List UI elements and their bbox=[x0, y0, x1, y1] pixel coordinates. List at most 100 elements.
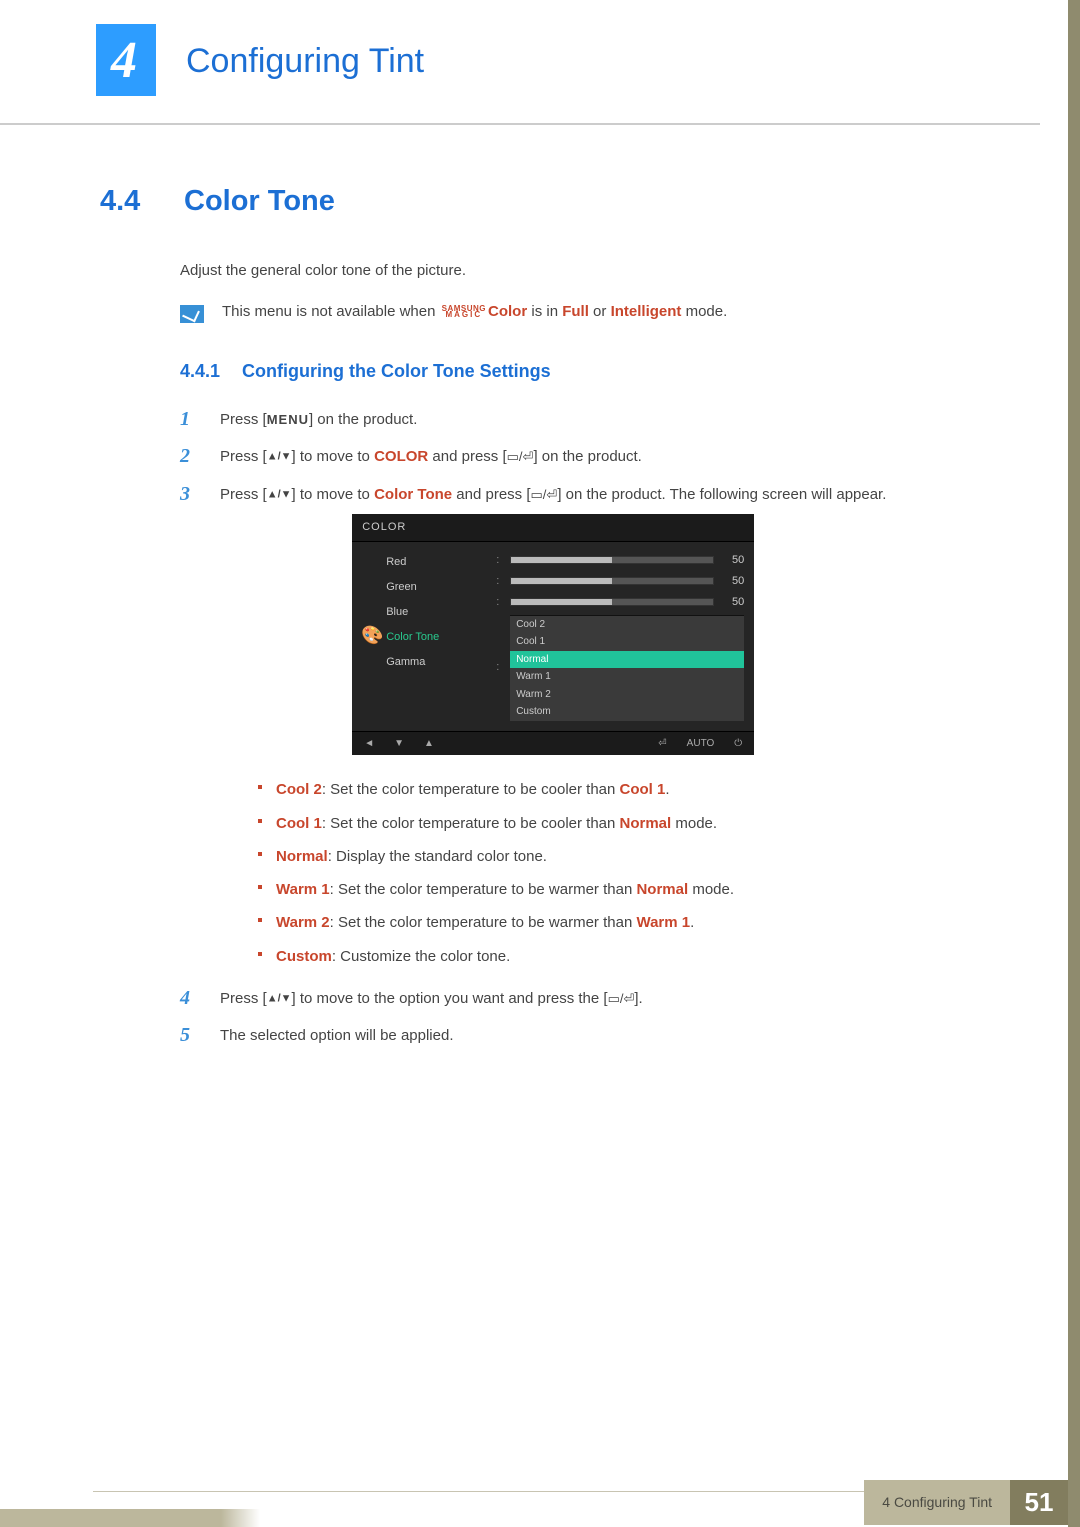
bl: Warm 1 bbox=[276, 881, 330, 898]
osd-btn-left-icon: ◄ bbox=[364, 736, 374, 752]
section-title: Color Tone bbox=[184, 185, 335, 218]
osd-row-blue: : 50 bbox=[496, 592, 744, 613]
bt: : Customize the color tone. bbox=[332, 948, 510, 965]
bullets-list: Cool 2: Set the color temperature to be … bbox=[258, 773, 886, 973]
osd-option-warm2: Warm 2 bbox=[510, 686, 744, 704]
bullet-cool2: Cool 2: Set the color temperature to be … bbox=[258, 773, 886, 806]
page-right-stripe bbox=[1068, 0, 1080, 1527]
osd-label-color-tone: Color Tone bbox=[386, 625, 496, 650]
note-or: or bbox=[589, 303, 611, 320]
bullet-custom: Custom: Customize the color tone. bbox=[258, 940, 886, 973]
t: Press [ bbox=[220, 411, 267, 428]
step-text: Press [▲/▼] to move to the option you wa… bbox=[220, 987, 643, 1010]
osd-label-red: Red bbox=[386, 550, 496, 575]
t: ] to move to bbox=[292, 448, 375, 465]
steps-list: 1 Press [MENU] on the product. 2 Press [… bbox=[180, 408, 990, 1047]
osd-options-list: Cool 2 Cool 1 Normal Warm 1 Warm 2 Custo… bbox=[510, 615, 744, 721]
bullet-normal: Normal: Display the standard color tone. bbox=[258, 840, 886, 873]
step-4: 4 Press [▲/▼] to move to the option you … bbox=[180, 987, 990, 1010]
osd-option-custom: Custom bbox=[510, 703, 744, 721]
osd-value-red: 50 bbox=[722, 552, 744, 569]
osd-btn-enter-icon: ⏎ bbox=[658, 736, 666, 752]
step-1: 1 Press [MENU] on the product. bbox=[180, 408, 990, 431]
slider-fill bbox=[511, 599, 612, 605]
osd-btn-down-icon: ▼ bbox=[394, 736, 404, 752]
slider-fill bbox=[511, 578, 612, 584]
t: ] on the product. bbox=[309, 411, 417, 428]
note-mid: is in bbox=[527, 303, 562, 320]
step-5: 5 The selected option will be applied. bbox=[180, 1024, 990, 1047]
subsection-title: Configuring the Color Tone Settings bbox=[242, 361, 551, 382]
bt: : Set the color temperature to be warmer… bbox=[330, 914, 637, 931]
osd-panel: COLOR 🎨 Red Green Blue Color Tone Gamma bbox=[352, 514, 754, 756]
c: : bbox=[496, 594, 502, 611]
note-intelligent: Intelligent bbox=[611, 303, 682, 320]
page-footer: 4 Configuring Tint 51 bbox=[0, 1477, 1080, 1527]
t: Press [ bbox=[220, 448, 267, 465]
osd-option-cool1: Cool 1 bbox=[510, 633, 744, 651]
t: ] on the product. The following screen w… bbox=[557, 486, 886, 503]
page-content: 4.4 Color Tone Adjust the general color … bbox=[0, 125, 1080, 1047]
osd-row-green: : 50 bbox=[496, 571, 744, 592]
section-number: 4.4 bbox=[100, 185, 158, 218]
step-2: 2 Press [▲/▼] to move to COLOR and press… bbox=[180, 445, 990, 468]
btail: . bbox=[665, 781, 669, 798]
color-tone-keyword: Color Tone bbox=[374, 486, 452, 503]
enter-buttons-icon: ▭/⏎ bbox=[608, 991, 635, 1006]
chapter-header: 4 Configuring Tint bbox=[0, 0, 1040, 125]
step-number: 4 bbox=[180, 987, 198, 1009]
palette-icon: 🎨 bbox=[358, 550, 386, 723]
footer-left-stripe bbox=[0, 1509, 260, 1527]
bt: : Set the color temperature to be warmer… bbox=[330, 881, 637, 898]
slider bbox=[510, 577, 714, 585]
osd-label-blue: Blue bbox=[386, 600, 496, 625]
bl: Custom bbox=[276, 948, 332, 965]
bl: Cool 1 bbox=[276, 815, 322, 832]
note-post: mode. bbox=[681, 303, 727, 320]
br: Normal bbox=[636, 881, 688, 898]
osd-body: 🎨 Red Green Blue Color Tone Gamma :50 :5… bbox=[352, 542, 754, 731]
bt: : Display the standard color tone. bbox=[328, 848, 547, 865]
footer-right: 4 Configuring Tint 51 bbox=[864, 1477, 1068, 1527]
osd-btn-up-icon: ▲ bbox=[424, 736, 434, 752]
c: : bbox=[496, 573, 502, 590]
step-number: 2 bbox=[180, 445, 198, 467]
bullet-cool1: Cool 1: Set the color temperature to be … bbox=[258, 807, 886, 840]
bl: Warm 2 bbox=[276, 914, 330, 931]
t: and press [ bbox=[452, 486, 530, 503]
btail: mode. bbox=[688, 881, 734, 898]
step-text: The selected option will be applied. bbox=[220, 1024, 453, 1047]
note-pre: This menu is not available when bbox=[222, 303, 440, 320]
step-text: Press [MENU] on the product. bbox=[220, 408, 417, 431]
t: ] to move to the option you want and pre… bbox=[292, 990, 608, 1007]
bt: : Set the color temperature to be cooler… bbox=[322, 815, 620, 832]
osd-nav-buttons: ◄ ▼ ▲ bbox=[364, 736, 434, 752]
note-text: This menu is not available when SAMSUNGM… bbox=[222, 303, 727, 320]
step-3: 3 Press [▲/▼] to move to Color Tone and … bbox=[180, 483, 990, 973]
osd-title: COLOR bbox=[352, 514, 754, 542]
osd-value-green: 50 bbox=[722, 573, 744, 590]
chapter-number-badge: 4 bbox=[96, 24, 156, 96]
br: Warm 1 bbox=[636, 914, 690, 931]
bullet-warm1: Warm 1: Set the color temperature to be … bbox=[258, 873, 886, 906]
c: : bbox=[496, 552, 502, 569]
osd-option-warm1: Warm 1 bbox=[510, 668, 744, 686]
arrow-keys-icon: ▲/▼ bbox=[267, 488, 292, 500]
osd-bottom-bar: ◄ ▼ ▲ ⏎ AUTO ⏻ bbox=[352, 731, 754, 756]
chapter-title: Configuring Tint bbox=[186, 42, 424, 81]
osd-value-blue: 50 bbox=[722, 594, 744, 611]
bl: Cool 2 bbox=[276, 781, 322, 798]
color-keyword: COLOR bbox=[374, 448, 428, 465]
t: Press [ bbox=[220, 990, 267, 1007]
step-text: Press [▲/▼] to move to COLOR and press [… bbox=[220, 445, 642, 468]
bullet-warm2: Warm 2: Set the color temperature to be … bbox=[258, 906, 886, 939]
arrow-keys-icon: ▲/▼ bbox=[267, 992, 292, 1004]
footer-rule bbox=[93, 1491, 980, 1492]
footer-page-number: 51 bbox=[1010, 1480, 1068, 1525]
step-text: Press [▲/▼] to move to Color Tone and pr… bbox=[220, 483, 886, 973]
arrow-keys-icon: ▲/▼ bbox=[267, 451, 292, 463]
bt: : Set the color temperature to be cooler… bbox=[322, 781, 620, 798]
osd-right-buttons: ⏎ AUTO ⏻ bbox=[658, 736, 742, 752]
osd-screenshot: COLOR 🎨 Red Green Blue Color Tone Gamma bbox=[220, 514, 886, 756]
t: ] on the product. bbox=[533, 448, 641, 465]
